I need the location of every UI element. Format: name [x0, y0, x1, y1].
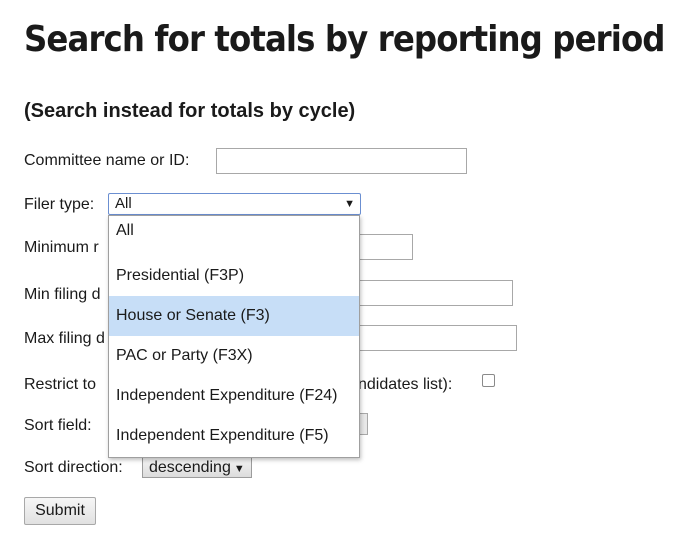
sort-field-label: Sort field: — [24, 417, 92, 434]
dropdown-option-label: House or Senate (F3) — [116, 307, 270, 324]
page-title: Search for totals by reporting period — [24, 19, 666, 60]
min-filing-date-label: Min filing d — [24, 286, 101, 303]
dropdown-option-label: Independent Expenditure (F5) — [116, 427, 329, 444]
filer-type-value: All — [115, 195, 132, 212]
restrict-label: Restrict to — [24, 376, 97, 393]
dropdown-option-presidential[interactable]: Presidential (F3P) — [109, 256, 359, 296]
restrict-label-end: ndidates list): — [358, 376, 453, 393]
dropdown-option-label: All — [116, 222, 134, 239]
sort-direction-label: Sort direction: — [24, 459, 123, 476]
max-filing-date-input[interactable] — [340, 325, 517, 351]
restrict-checkbox[interactable] — [482, 374, 495, 387]
dropdown-option-pac-party[interactable]: PAC or Party (F3X) — [109, 336, 359, 376]
dropdown-option-label: Presidential (F3P) — [116, 267, 245, 284]
dropdown-option-ie-f5[interactable]: Independent Expenditure (F5) — [109, 416, 359, 456]
committee-label: Committee name or ID: — [24, 152, 190, 169]
dropdown-option-label: Independent Expenditure (F24) — [116, 387, 338, 404]
sort-direction-value: descending — [149, 459, 231, 476]
submit-button[interactable]: Submit — [24, 497, 96, 525]
filer-type-label: Filer type: — [24, 196, 95, 213]
chevron-down-icon: ▼ — [344, 198, 355, 210]
dropdown-option-house-senate[interactable]: House or Senate (F3) — [109, 296, 359, 336]
sort-field-select[interactable] — [360, 413, 368, 435]
sort-direction-select[interactable]: descending ▼ — [142, 457, 252, 478]
max-filing-date-label: Max filing d — [24, 330, 105, 347]
dropdown-option-all[interactable]: All — [109, 216, 359, 256]
filer-type-select[interactable]: All ▼ — [108, 193, 361, 215]
dropdown-option-ie-f24[interactable]: Independent Expenditure (F24) — [109, 376, 359, 416]
filer-type-dropdown: All Presidential (F3P) House or Senate (… — [108, 215, 360, 458]
chevron-down-icon: ▼ — [233, 463, 245, 475]
minimum-label: Minimum r — [24, 239, 99, 256]
dropdown-option-label: PAC or Party (F3X) — [116, 347, 253, 364]
min-filing-date-input[interactable] — [340, 280, 513, 306]
search-by-cycle-link[interactable]: (Search instead for totals by cycle) — [24, 96, 355, 126]
committee-input[interactable] — [216, 148, 467, 174]
